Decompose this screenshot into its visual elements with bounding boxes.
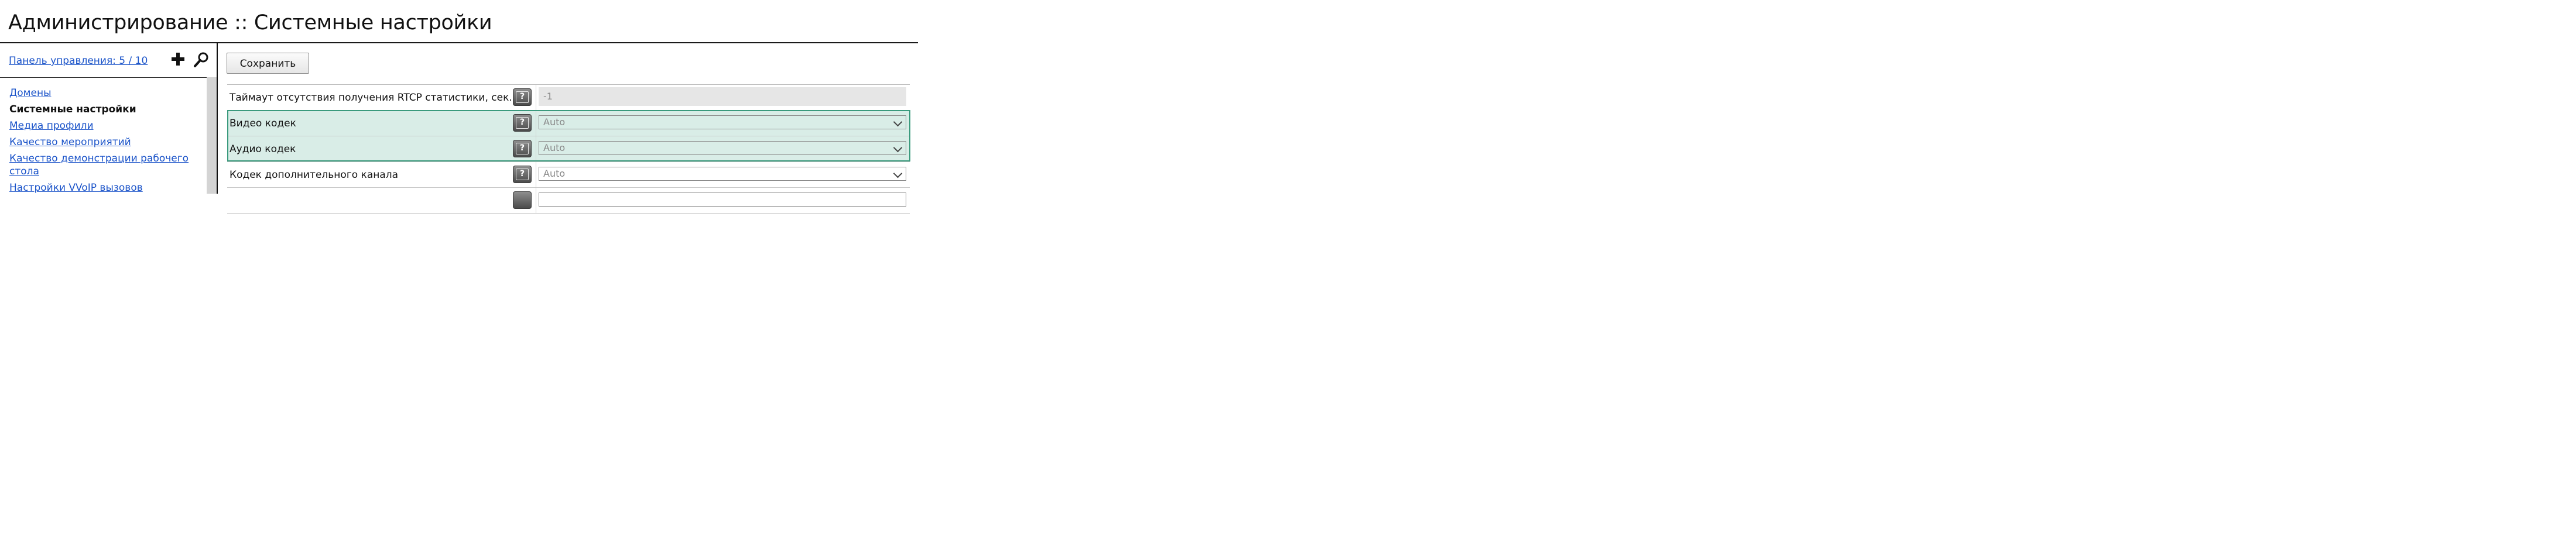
sidebar-item-desktop-sharing-quality[interactable]: Качество демонстрации рабочего стола [9,152,203,178]
settings-table: Таймаут отсутствия получения RTCP статис… [227,84,910,214]
sidebar-scrollbar[interactable] [207,77,217,194]
main-content: Сохранить Таймаут отсутствия получения R… [218,43,918,214]
rtcp-timeout-field: -1 [539,87,906,106]
chevron-down-icon [893,169,903,178]
sidebar-item-vvoip-settings[interactable]: Настройки VVoIP вызовов [9,181,203,194]
audio-codec-value: Auto [543,142,566,153]
setting-row-partial [227,188,910,214]
setting-row-rtcp-timeout: Таймаут отсутствия получения RTCP статис… [227,85,910,111]
setting-row-extra-channel-codec: Кодек дополнительного канала ? Auto [227,162,910,188]
sidebar-item-event-quality[interactable]: Качество мероприятий [9,136,203,149]
save-button[interactable]: Сохранить [227,53,309,74]
sidebar-item-domains[interactable]: Домены [9,87,203,99]
control-panel-link[interactable]: Панель управления: 5 / 10 [9,55,148,67]
help-icon[interactable]: ? [513,114,532,132]
help-icon[interactable]: ? [513,166,532,183]
page-title: Администрирование :: Системные настройки [8,11,492,35]
sidebar-header: Панель управления: 5 / 10 [0,43,217,78]
sidebar-item-system-settings[interactable]: Системные настройки [9,103,203,116]
help-icon[interactable]: ? [513,140,532,157]
search-icon[interactable] [193,51,210,68]
sidebar-item-media-profiles[interactable]: Медиа профили [9,119,203,132]
chevron-down-icon [893,117,903,127]
setting-label: Таймаут отсутствия получения RTCP статис… [229,92,512,104]
video-codec-value: Auto [543,116,566,128]
setting-label: Кодек дополнительного канала [229,169,399,181]
help-icon[interactable] [513,191,532,209]
sidebar: Панель управления: 5 / 10 Домены Системн… [0,43,217,194]
plus-icon[interactable] [172,53,184,66]
help-glyph: ? [516,169,529,180]
chevron-down-icon [893,143,903,153]
help-icon[interactable]: ? [513,88,532,106]
sidebar-menu: Домены Системные настройки Медиа профили… [9,87,203,198]
help-glyph: ? [516,91,529,103]
setting-row-video-codec: Видео кодек ? Auto [227,111,910,136]
setting-label: Аудио кодек [229,143,296,155]
setting-label: Видео кодек [229,118,296,129]
setting-row-audio-codec: Аудио кодек ? Auto [227,136,910,162]
partial-select[interactable] [539,193,906,207]
help-glyph: ? [516,117,529,129]
extra-channel-codec-value: Auto [543,168,566,179]
audio-codec-select[interactable]: Auto [539,141,906,155]
extra-channel-codec-select[interactable]: Auto [539,167,906,181]
video-codec-select[interactable]: Auto [539,115,906,129]
help-glyph: ? [516,143,529,154]
